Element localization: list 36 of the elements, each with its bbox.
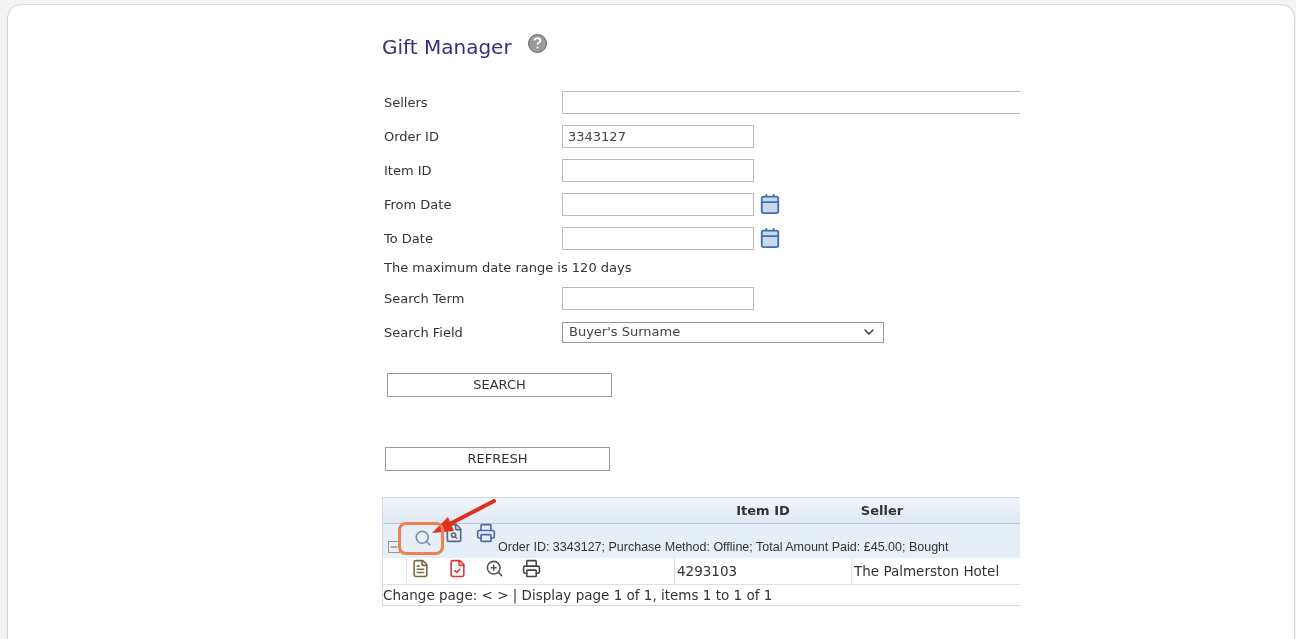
field-label: Sellers [384,95,428,110]
input-field[interactable] [562,90,1020,114]
field-label: From Date [384,197,452,212]
input-field[interactable] [562,286,754,310]
calendar-icon[interactable] [759,227,781,249]
field-label: Search Term [384,291,465,306]
collapse-icon[interactable] [388,541,400,553]
date-range-note: The maximum date range is 120 days [384,259,632,278]
input-field[interactable] [562,158,754,182]
printer-icon[interactable] [522,559,541,578]
document-icon[interactable] [411,559,430,578]
field-label: Item ID [384,163,432,178]
input-field[interactable]: 3343127 [562,124,754,148]
order-summary: Order ID: 3343127; Purchase Method: Offline; Total Amount Paid: £45.00; Bought [498,539,949,557]
field-label: Order ID [384,129,439,144]
column-header: Seller [860,502,904,518]
calendar-icon[interactable] [759,193,781,215]
field-label: To Date [384,231,433,246]
search-field-dropdown[interactable]: Buyer's Surname [562,321,884,343]
zoom-icon[interactable] [485,559,504,578]
page-title: Gift Manager [382,34,512,61]
table-cell-text: 4293103 [677,561,738,581]
input-field[interactable] [562,192,754,216]
pager-text: Change page: < > | Display page 1 of 1, items 1 to 1 of 1 [383,585,773,606]
table-cell-text: The Palmerston Hotel [854,561,1000,581]
document-check-icon[interactable] [448,559,467,578]
help-icon[interactable] [527,33,547,53]
search-icon[interactable] [414,529,432,547]
column-header: Item ID [736,502,790,518]
document-search-icon[interactable] [444,523,464,543]
input-field[interactable] [562,226,754,250]
printer-icon[interactable] [476,523,496,543]
field-label: Search Field [384,325,463,340]
highlight-ring [398,522,444,555]
refresh-button[interactable]: REFRESH [385,447,610,471]
search-button[interactable]: SEARCH [387,373,612,397]
